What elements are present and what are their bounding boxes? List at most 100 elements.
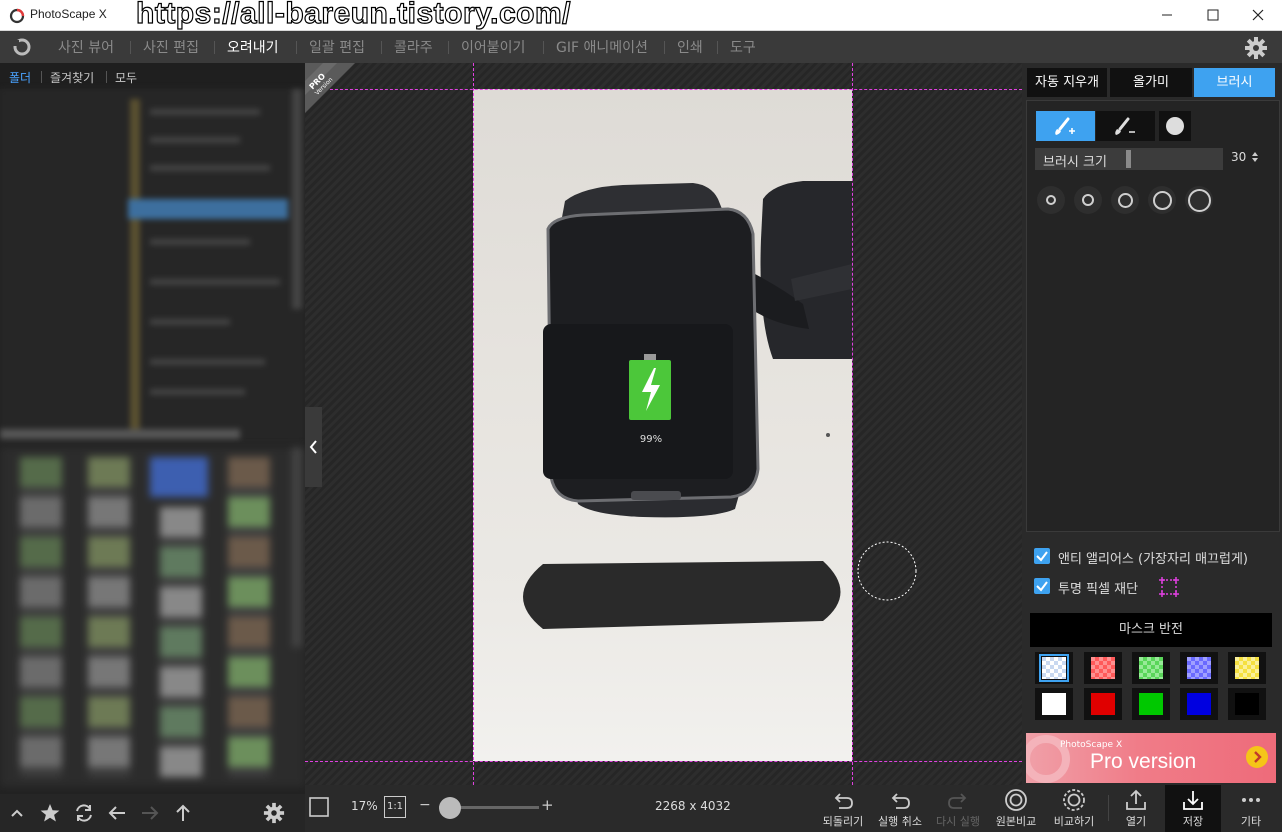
- tab-favorites[interactable]: 즐겨찾기: [50, 69, 94, 86]
- swatch-blue[interactable]: [1180, 688, 1218, 720]
- invert-mask-button[interactable]: 마스크 반전: [1030, 613, 1272, 647]
- open-label: 열기: [1125, 815, 1147, 828]
- revert-button[interactable]: 되돌리기: [815, 785, 871, 832]
- tab-all[interactable]: 모두: [115, 69, 137, 86]
- menu-combine[interactable]: 이어붙이기: [461, 37, 525, 57]
- watermark-url: https://all-bareun.tistory.com/: [135, 0, 571, 31]
- menu-divider: [130, 41, 131, 54]
- swatch-checker-yellow[interactable]: [1228, 652, 1266, 684]
- folder-tree[interactable]: [0, 89, 305, 444]
- maximize-icon: [1207, 9, 1219, 21]
- chevron-up-icon[interactable]: [6, 802, 28, 824]
- menu-tools[interactable]: 도구: [730, 37, 756, 57]
- back-arrow-icon[interactable]: [106, 802, 128, 824]
- swatch-checker-blue[interactable]: [1035, 652, 1073, 684]
- brush-shape-button[interactable]: [1159, 111, 1191, 141]
- more-label: 기타: [1240, 815, 1262, 828]
- star-icon[interactable]: [39, 802, 61, 824]
- redo-button[interactable]: 다시 실행: [930, 785, 986, 832]
- green-color-icon: [1139, 693, 1163, 715]
- menu-divider: [214, 41, 215, 54]
- undo-icon: [891, 793, 910, 809]
- browser-settings-gear-icon[interactable]: [263, 802, 285, 824]
- red-color-icon: [1091, 693, 1115, 715]
- pro-banner-app: PhotoScape X: [1060, 740, 1123, 750]
- blue-color-icon: [1187, 693, 1211, 715]
- undo-button[interactable]: 실행 취소: [872, 785, 928, 832]
- actual-size-button[interactable]: 1:1: [384, 796, 406, 818]
- swatch-white[interactable]: [1035, 688, 1073, 720]
- minimize-button[interactable]: [1144, 0, 1190, 31]
- menu-collage[interactable]: 콜라주: [394, 37, 433, 57]
- maximize-button[interactable]: [1190, 0, 1236, 31]
- brush-preset-m-icon: [1118, 193, 1133, 208]
- tab-lasso[interactable]: 올가미: [1110, 68, 1192, 97]
- menu-photo-viewer[interactable]: 사진 뷰어: [58, 37, 114, 57]
- original-compare-button[interactable]: 원본비교: [988, 785, 1044, 832]
- more-button[interactable]: 기타: [1223, 785, 1279, 832]
- home-icon[interactable]: [8, 36, 36, 58]
- swatch-black[interactable]: [1228, 688, 1266, 720]
- fit-view-icon[interactable]: [308, 796, 330, 818]
- tab-auto-eraser[interactable]: 자동 지우개: [1027, 68, 1107, 97]
- swatch-green[interactable]: [1132, 688, 1170, 720]
- pro-banner-go[interactable]: [1246, 746, 1268, 768]
- menu-print[interactable]: 인쇄: [677, 37, 703, 57]
- brush-size-handle[interactable]: [1126, 150, 1131, 168]
- brush-erase-button[interactable]: [1096, 111, 1155, 141]
- crop-guide-left: [473, 63, 474, 785]
- compare-label: 비교하기: [1053, 815, 1095, 828]
- menu-batch-editor[interactable]: 일괄 편집: [309, 37, 365, 57]
- menu-divider: [296, 41, 297, 54]
- menu-gif-animation[interactable]: GIF 애니메이션: [556, 37, 648, 57]
- compare-button[interactable]: 비교하기: [1046, 785, 1102, 832]
- tab-brush[interactable]: 브러시: [1194, 68, 1275, 97]
- editing-canvas[interactable]: 99% PRO Version: [305, 63, 1022, 785]
- zoom-slider-handle[interactable]: [439, 797, 461, 819]
- pro-version-banner[interactable]: PhotoScape X Pro version: [1026, 733, 1276, 783]
- up-arrow-icon[interactable]: [172, 802, 194, 824]
- swatch-checker-red[interactable]: [1084, 652, 1122, 684]
- tab-folders[interactable]: 폴더: [9, 69, 31, 86]
- brush-size-value[interactable]: 30: [1231, 150, 1246, 164]
- photo-image[interactable]: 99%: [473, 89, 852, 761]
- zoom-out-icon[interactable]: −: [419, 797, 431, 813]
- menu-divider: [543, 41, 544, 54]
- minimize-icon: [1162, 14, 1172, 16]
- chevron-right-icon: [1254, 751, 1262, 763]
- swatch-checker-green[interactable]: [1132, 652, 1170, 684]
- round-brush-icon: [1166, 117, 1184, 135]
- brush-preset-l-icon: [1153, 191, 1172, 210]
- swatch-red[interactable]: [1084, 688, 1122, 720]
- save-button[interactable]: 저장: [1165, 785, 1221, 832]
- refresh-icon[interactable]: [73, 802, 95, 824]
- undo-label: 실행 취소: [878, 815, 922, 828]
- forward-arrow-icon[interactable]: [139, 802, 161, 824]
- brush-size-slider[interactable]: 브러시 크기: [1035, 148, 1223, 170]
- pro-banner-title: Pro version: [1090, 750, 1197, 773]
- antialias-checkbox[interactable]: [1034, 548, 1050, 564]
- spinner-arrows-icon[interactable]: [1251, 150, 1259, 164]
- revert-icon: [834, 793, 853, 809]
- close-icon: [1252, 9, 1264, 21]
- download-icon: [1183, 791, 1203, 810]
- checker-yellow-icon: [1235, 657, 1259, 679]
- close-button[interactable]: [1236, 0, 1282, 31]
- browser-tabs: 폴더 즐겨찾기 모두: [0, 63, 305, 89]
- brush-add-button[interactable]: [1036, 111, 1095, 141]
- menu-divider: [664, 41, 665, 54]
- checker-red-icon: [1091, 657, 1115, 679]
- brush-preset-xs-icon: [1046, 195, 1056, 205]
- thumbnail-grid[interactable]: [0, 447, 305, 787]
- transparent-crop-checkbox[interactable]: [1034, 578, 1050, 594]
- revert-label: 되돌리기: [822, 815, 864, 828]
- menu-photo-editor[interactable]: 사진 편집: [143, 37, 199, 57]
- tab-divider: [41, 71, 42, 83]
- menu-cut-out[interactable]: 오려내기: [227, 37, 279, 57]
- open-button[interactable]: 열기: [1108, 785, 1164, 832]
- swatch-checker-purple[interactable]: [1180, 652, 1218, 684]
- brush-options: 브러시 크기 30: [1026, 100, 1280, 532]
- settings-gear-icon[interactable]: [1244, 36, 1268, 60]
- zoom-in-icon[interactable]: +: [541, 796, 554, 814]
- collapse-panel-button[interactable]: [305, 407, 322, 487]
